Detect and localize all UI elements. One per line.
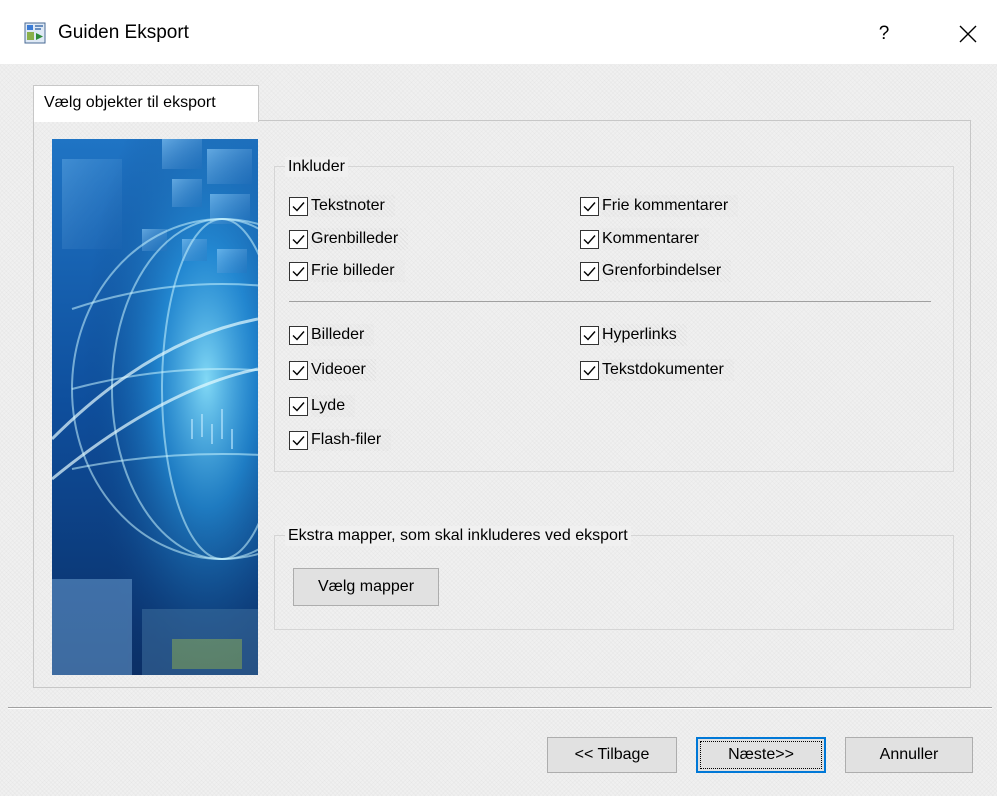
extra-folders-legend: Ekstra mapper, som skal inkluderes ved e…: [285, 526, 631, 546]
checkbox-comments[interactable]: Kommentarer: [580, 228, 709, 250]
next-button[interactable]: Næste>>: [696, 737, 826, 773]
tab-label: Vælg objekter til eksport: [44, 94, 216, 111]
window-title: Guiden Eksport: [58, 22, 189, 43]
checkbox-videos[interactable]: Videoer: [289, 359, 376, 381]
help-button[interactable]: ?: [860, 14, 908, 54]
checkbox-label: Tekstdokumenter: [602, 359, 734, 381]
checkbox-box[interactable]: [580, 325, 599, 345]
choose-folders-button[interactable]: Vælg mapper: [293, 568, 439, 606]
checkbox-branch-connections[interactable]: Grenforbindelser: [580, 260, 732, 282]
checkbox-hyperlinks[interactable]: Hyperlinks: [580, 324, 687, 346]
checkbox-box[interactable]: [580, 196, 599, 216]
checkbox-label: Hyperlinks: [602, 324, 687, 346]
checkmark-icon: [292, 365, 305, 376]
checkbox-label: Tekstnoter: [311, 195, 395, 217]
group-divider: [289, 301, 931, 302]
checkmark-icon: [292, 234, 305, 245]
cancel-button[interactable]: Annuller: [845, 737, 973, 773]
footer-separator: [8, 707, 992, 708]
checkbox-label: Frie billeder: [311, 260, 405, 282]
tab-choose-objects[interactable]: Vælg objekter til eksport: [33, 85, 259, 122]
checkbox-label: Kommentarer: [602, 228, 709, 250]
checkbox-box[interactable]: [580, 229, 599, 249]
checkbox-label: Videoer: [311, 359, 376, 381]
close-button[interactable]: [944, 14, 992, 54]
include-group-legend: Inkluder: [285, 157, 348, 177]
checkmark-icon: [583, 365, 596, 376]
checkbox-sounds[interactable]: Lyde: [289, 395, 356, 417]
checkmark-icon: [292, 401, 305, 412]
close-icon: [959, 25, 977, 47]
checkmark-icon: [583, 234, 596, 245]
checkmark-icon: [583, 266, 596, 277]
focus-ring: [700, 741, 822, 769]
checkmark-icon: [583, 330, 596, 341]
checkbox-label: Lyde: [311, 395, 356, 417]
checkbox-box[interactable]: [289, 360, 308, 380]
checkbox-flash-files[interactable]: Flash-filer: [289, 429, 392, 451]
checkbox-box[interactable]: [289, 396, 308, 416]
checkbox-label: Frie kommentarer: [602, 195, 739, 217]
checkbox-free-comments[interactable]: Frie kommentarer: [580, 195, 739, 217]
checkbox-box[interactable]: [289, 261, 308, 281]
checkbox-images[interactable]: Billeder: [289, 324, 375, 346]
checkbox-box[interactable]: [289, 430, 308, 450]
checkbox-text-notes[interactable]: Tekstnoter: [289, 195, 395, 217]
checkbox-label: Flash-filer: [311, 429, 392, 451]
checkbox-box[interactable]: [289, 196, 308, 216]
checkbox-box[interactable]: [289, 325, 308, 345]
title-bar: Guiden Eksport ?: [0, 0, 997, 64]
checkbox-box[interactable]: [580, 360, 599, 380]
checkmark-icon: [292, 266, 305, 277]
checkbox-label: Billeder: [311, 324, 375, 346]
back-button[interactable]: << Tilbage: [547, 737, 677, 773]
checkbox-box[interactable]: [289, 229, 308, 249]
checkmark-icon: [292, 435, 305, 446]
checkbox-box[interactable]: [580, 261, 599, 281]
checkmark-icon: [292, 201, 305, 212]
export-wizard-icon: [24, 22, 46, 44]
checkbox-free-images[interactable]: Frie billeder: [289, 260, 405, 282]
wizard-side-image: [52, 139, 258, 675]
checkbox-label: Grenbilleder: [311, 228, 409, 250]
checkmark-icon: [292, 330, 305, 341]
checkbox-label: Grenforbindelser: [602, 260, 732, 282]
checkmark-icon: [583, 201, 596, 212]
checkbox-text-documents[interactable]: Tekstdokumenter: [580, 359, 734, 381]
export-wizard-dialog: Guiden Eksport ? Vælg objekter til ekspo…: [0, 0, 997, 796]
checkbox-branch-images[interactable]: Grenbilleder: [289, 228, 409, 250]
